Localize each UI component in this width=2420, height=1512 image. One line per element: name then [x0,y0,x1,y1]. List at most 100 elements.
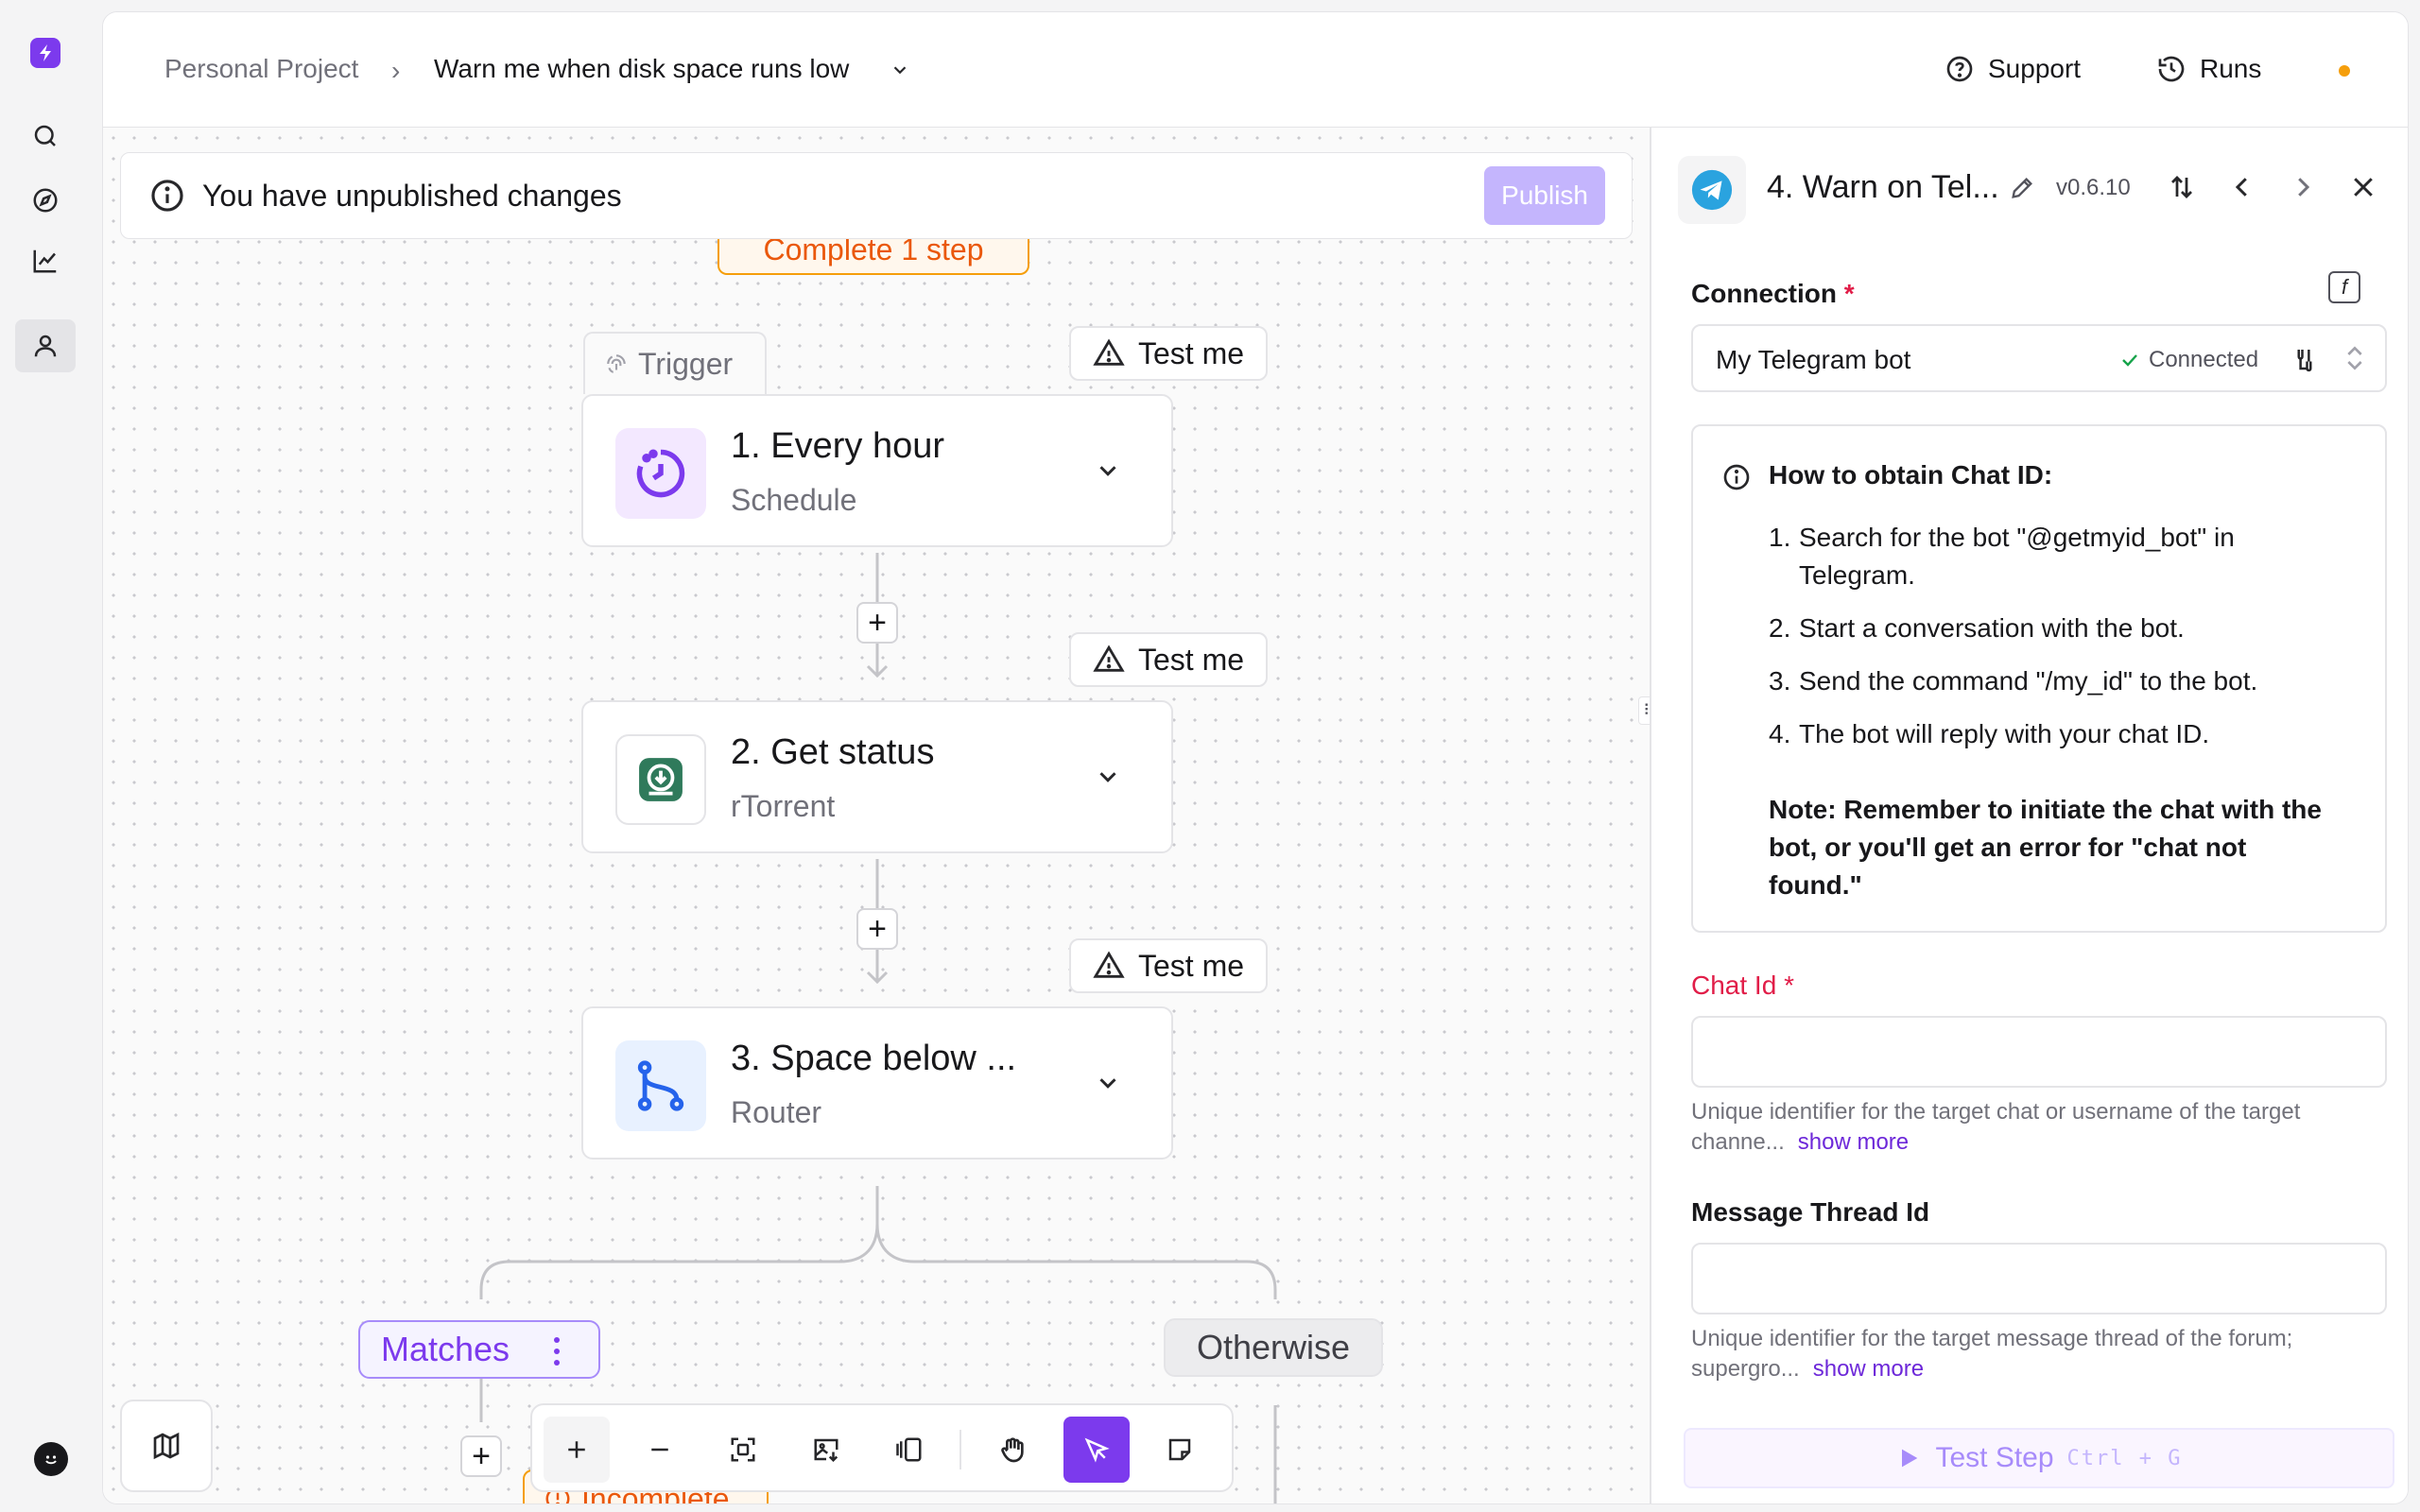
left-rail [0,0,102,1512]
router-icon [615,1040,706,1131]
pan-mode-button[interactable] [980,1417,1046,1483]
zoom-in-button[interactable] [544,1417,610,1483]
step-subtitle: rTorrent [731,789,836,823]
test-me-label: Test me [1137,948,1245,983]
runs-button[interactable]: Runs [2156,46,2261,92]
explore-icon[interactable] [28,183,62,217]
zoom-out-button[interactable] [627,1417,693,1483]
test-me-label: Test me [1137,335,1245,370]
more-vertical-icon[interactable] [553,1335,561,1367]
step-card-rtorrent[interactable]: 2. Get status rTorrent [581,700,1173,853]
select-mode-button[interactable] [1063,1417,1130,1483]
toolbar-divider [959,1430,961,1469]
fit-view-button[interactable] [710,1417,776,1483]
step-card-schedule[interactable]: 1. Every hour Schedule [581,394,1173,547]
plus-icon [568,1441,585,1458]
branch-otherwise[interactable]: Otherwise [1164,1318,1383,1377]
breadcrumb-project[interactable]: Personal Project [164,54,358,84]
chat-id-instructions: How to obtain Chat ID: 1. Search for the … [1691,424,2387,933]
instructions-list: 1. Search for the bot "@getmyid_bot" in T… [1769,519,2336,768]
help-circle-icon [1946,56,1973,82]
chat-id-help-text: Unique identifier for the target chat or… [1691,1099,2301,1155]
edit-name-icon[interactable] [2009,175,2035,206]
chat-id-input[interactable] [1691,1016,2387,1088]
test-me-button[interactable]: Test me [1069,326,1268,381]
builder-window: Personal Project › Warn me when disk spa… [102,11,2409,1504]
reconnect-icon[interactable] [2290,345,2319,378]
history-icon [2158,56,2185,82]
step-card-router[interactable]: 3. Space below ... Router [581,1006,1173,1160]
status-dot [2339,65,2350,77]
branch-label: Otherwise [1196,1328,1351,1366]
close-icon[interactable] [2349,173,2377,206]
required-mark: * [1784,971,1794,1000]
info-icon [1723,464,1750,490]
warning-icon [1093,951,1125,978]
trigger-tab: Trigger [583,332,767,394]
panel-title: 4. Warn on Tel... [1767,169,1999,205]
step-title: 2. Get status [731,732,935,772]
hand-icon [1001,1437,1024,1463]
required-mark: * [1843,279,1855,308]
test-step-label: Test Step [1935,1442,2054,1473]
fingerprint-icon [607,354,626,373]
canvas-toolbar [530,1403,1234,1492]
piece-version: v0.6.10 [2056,175,2131,200]
branch-label: Matches [381,1330,510,1368]
chevron-down-icon[interactable] [890,60,910,85]
list-item: 4. The bot will reply with your chat ID. [1769,715,2336,753]
support-button[interactable]: Support [1945,46,2081,92]
instructions-note: Note: Remember to initiate the chat with… [1769,795,2322,900]
chat-id-label-text: Chat Id [1691,971,1777,1000]
app-logo[interactable] [30,38,60,68]
chevron-down-icon[interactable] [1094,1069,1122,1102]
minus-icon [651,1448,668,1452]
publish-button[interactable]: Publish [1484,166,1605,225]
download-image-button[interactable] [793,1417,859,1483]
test-me-button[interactable]: Test me [1069,632,1268,687]
step-subtitle: Schedule [731,483,857,517]
test-step-button[interactable]: Test Step Ctrl + G [1684,1428,2394,1488]
connection-select[interactable]: My Telegram bot Connected [1691,324,2387,392]
add-note-button[interactable] [1147,1417,1213,1483]
message-thread-id-input[interactable] [1691,1243,2387,1314]
sticky-note-icon [1168,1438,1191,1461]
test-me-button[interactable]: Test me [1069,938,1268,993]
chevron-down-icon[interactable] [1094,456,1122,490]
chevron-down-icon[interactable] [1094,763,1122,796]
add-step-button[interactable]: + [856,908,898,950]
previous-step-icon[interactable] [2228,173,2256,206]
add-step-button[interactable]: + [856,602,898,644]
minimap-button[interactable] [120,1400,213,1492]
chat-id-label: Chat Id * [1691,971,1794,1001]
step-settings-panel: 4. Warn on Tel... v0.6.10 Connection * f… [1650,128,2408,1503]
list-text: Search for the bot "@getmyid_bot" in Tel… [1799,523,2235,590]
search-icon[interactable] [28,119,62,153]
chevrons-up-down-icon[interactable] [2340,343,2370,378]
add-step-button[interactable]: + [460,1435,502,1477]
banner-text: You have unpublished changes [202,178,622,213]
profile-avatar-icon[interactable] [34,1442,68,1476]
next-step-icon[interactable] [2289,173,2317,206]
connection-status: Connected [2118,347,2258,373]
connection-value: My Telegram bot [1716,345,1911,374]
user-icon[interactable] [15,319,76,372]
list-text: The bot will reply with your chat ID. [1799,719,2210,748]
top-bar: Personal Project › Warn me when disk spa… [103,12,2408,128]
play-icon [1902,1449,1918,1468]
show-more-link[interactable]: show more [1813,1356,1924,1382]
panel-toggle-button[interactable] [876,1417,942,1483]
analytics-icon[interactable] [28,244,62,278]
trigger-label: Trigger [638,346,734,381]
breadcrumb-flow-name[interactable]: Warn me when disk space runs low [434,54,849,84]
message-thread-id-label: Message Thread Id [1691,1197,1930,1227]
telegram-icon [1678,156,1746,224]
flow-canvas[interactable]: Complete 1 step You have unpublished cha… [103,128,1650,1503]
dynamic-value-toggle[interactable]: f [2328,271,2360,303]
show-more-link[interactable]: show more [1798,1129,1909,1155]
swap-step-icon[interactable] [2168,173,2196,206]
info-icon [151,180,183,212]
connection-label-text: Connection [1691,279,1837,308]
columns-icon [896,1437,922,1462]
branch-matches[interactable]: Matches [358,1320,600,1379]
